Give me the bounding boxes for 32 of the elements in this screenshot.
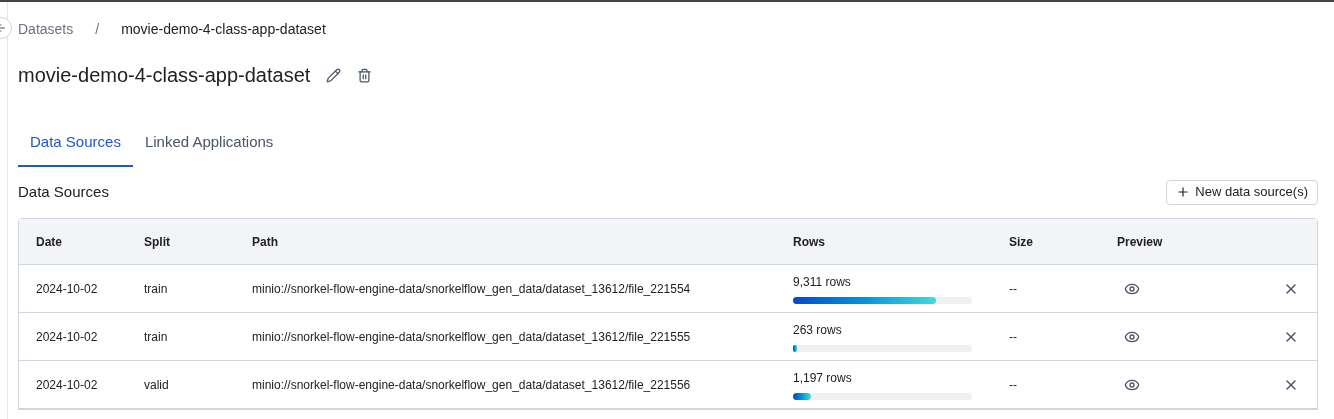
tab[interactable]: Data Sources [18,120,133,167]
row-count: 263 rows [793,322,843,339]
section-title: Data Sources [18,181,109,202]
table-cell-text: -- [1008,376,1018,394]
table-cell-text: -- [1008,328,1018,346]
column-header: Split [143,233,171,251]
table-cell-text: train [143,280,169,298]
new-data-source-button[interactable]: New data source(s) [1166,179,1318,205]
table-cell-text: train [143,328,169,346]
breadcrumb-link[interactable]: Datasets [18,18,74,40]
column-header: Size [1008,233,1034,251]
row-count: 9,311 rows [793,274,852,291]
table-cell-text: minio://snorkel-flow-engine-data/snorkelflow_gen_data/dataset_13612/file_221554 [251,280,692,298]
plus-icon [1176,185,1191,199]
table-cell-text: minio://snorkel-flow-engine-data/snorkelflow_gen_data/dataset_13612/file_221555 [251,328,692,346]
column-header: Preview [1116,233,1164,251]
table-cell-text: minio://snorkel-flow-engine-data/snorkelflow_gen_data/dataset_13612/file_221556 [251,376,692,394]
table-cell-text: 2024-10-02 [35,280,99,298]
delete-icon[interactable] [357,67,373,83]
page-title: movie-demo-4-class-app-dataset [18,63,311,88]
table-cell-text: -- [1008,280,1018,298]
column-header: Rows [792,233,826,251]
table-cell-text: 2024-10-02 [35,376,99,394]
table-cell-text: valid [143,376,170,394]
breadcrumb-separator: / [95,19,100,39]
tab[interactable]: Linked Applications [132,120,286,167]
table-cell-text: 2024-10-02 [35,328,99,346]
column-header: Path [251,233,279,251]
edit-icon[interactable] [326,67,342,83]
row-count: 1,197 rows [793,370,853,387]
breadcrumb-current: movie-demo-4-class-app-dataset [121,19,326,39]
column-header: Date [35,233,63,251]
